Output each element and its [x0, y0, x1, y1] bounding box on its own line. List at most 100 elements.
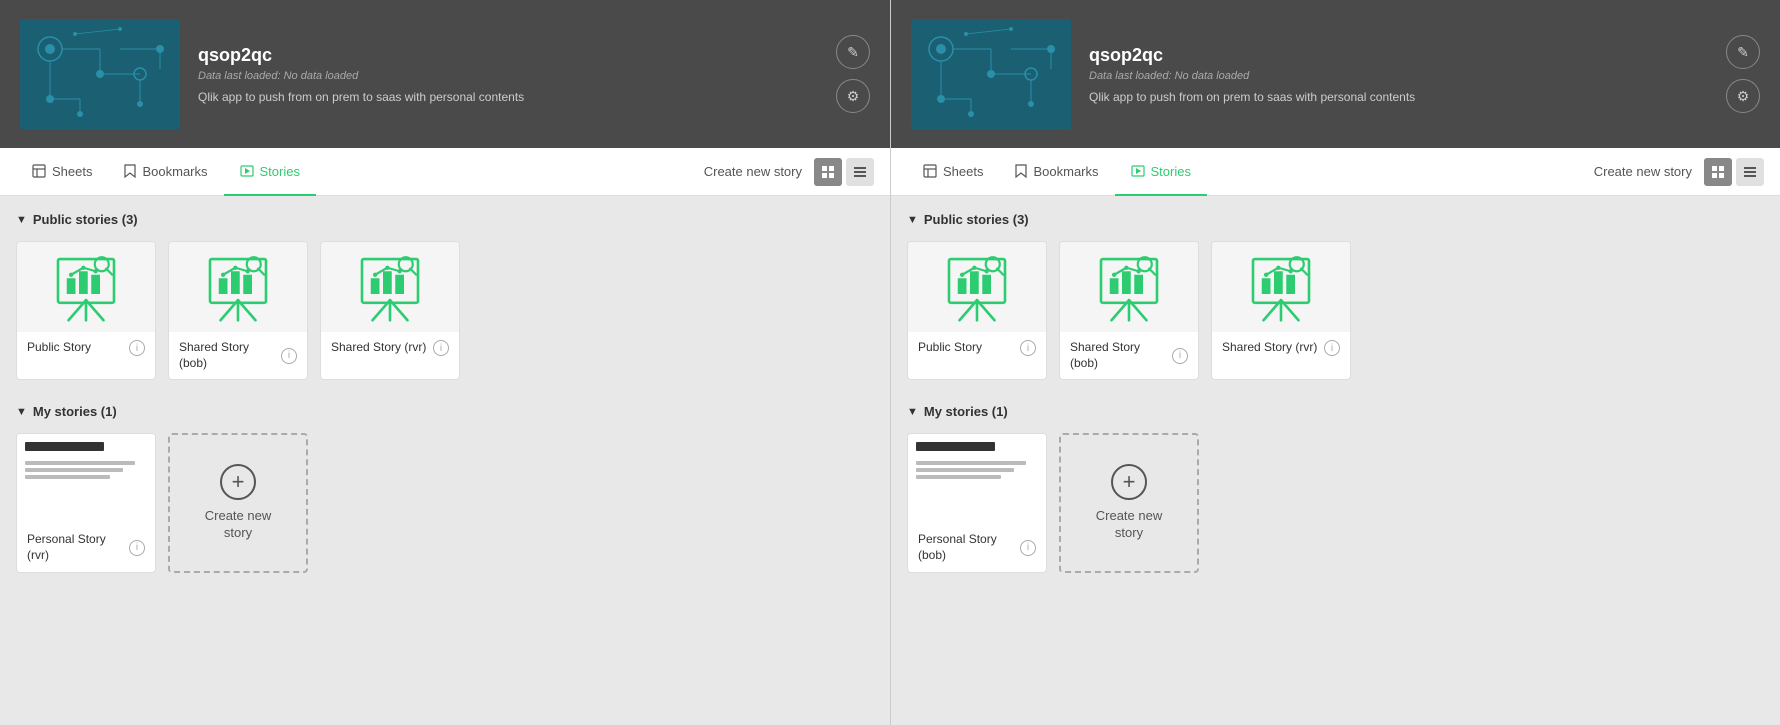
app-info: qsop2qcData last loaded: No data loadedQ… [1089, 45, 1708, 104]
story-card-ps3[interactable]: Shared Story (rvr)i [1211, 241, 1351, 380]
public-stories-grid: Public Storyi Shared Story (bob)i [16, 241, 874, 380]
info-icon[interactable]: i [1172, 348, 1188, 364]
tab-stories[interactable]: Stories [1115, 149, 1207, 196]
tab-label: Stories [260, 164, 300, 179]
card-label-text: Shared Story (rvr) [331, 340, 429, 356]
create-new-story-card[interactable]: + Create newstory [1059, 433, 1199, 573]
panel-content: ▼Public stories (3) Public Storyi [0, 196, 890, 725]
story-card-ps2[interactable]: Shared Story (bob)i [168, 241, 308, 380]
tab-sheets[interactable]: Sheets [16, 149, 108, 196]
bookmark-icon [124, 164, 136, 178]
create-new-story-card[interactable]: +Create newstory [168, 433, 308, 573]
app-thumbnail [20, 19, 180, 129]
app-header: qsop2qcData last loaded: No data loadedQ… [891, 0, 1780, 148]
tab-label: Stories [1151, 164, 1191, 179]
stories-icon [1131, 165, 1145, 177]
grid-view-button[interactable] [814, 158, 842, 186]
my-stories-section: ▼My stories (1) Personal Story (bob)i + Cr… [907, 404, 1764, 573]
tab-label: Bookmarks [1033, 164, 1098, 179]
tab-bar: Sheets Bookmarks Stories Create new story [0, 148, 890, 196]
my-stories-label: My stories (1) [33, 404, 117, 419]
public-stories-section: ▼Public stories (3) Public Storyi [16, 212, 874, 380]
panel-left: qsop2qcData last loaded: No data loadedQ… [0, 0, 890, 725]
story-card-ps2[interactable]: Shared Story (bob)i [1059, 241, 1199, 380]
info-icon[interactable]: i [433, 340, 449, 356]
panel-content: ▼Public stories (3) Public Storyi [891, 196, 1780, 725]
tab-bookmarks[interactable]: Bookmarks [108, 149, 223, 196]
plus-icon: + [1111, 464, 1147, 500]
header-actions: ✎⚙ [836, 35, 870, 113]
list-icon [853, 165, 867, 179]
app-header: qsop2qcData last loaded: No data loadedQ… [0, 0, 890, 148]
app-thumbnail [911, 19, 1071, 129]
grid-icon [1711, 165, 1725, 179]
public-stories-label: Public stories (3) [924, 212, 1029, 227]
story-card-ms1[interactable]: Personal Story (rvr)i [16, 433, 156, 573]
app-name: qsop2qc [198, 45, 818, 66]
create-story-button[interactable]: Create new story [704, 164, 802, 179]
card-label: Personal Story (bob)i [908, 524, 1046, 571]
settings-button[interactable]: ⚙ [836, 79, 870, 113]
grid-icon [821, 165, 835, 179]
edit-button[interactable]: ✎ [1726, 35, 1760, 69]
settings-button[interactable]: ⚙ [1726, 79, 1760, 113]
tab-bar: Sheets Bookmarks Stories Create new story [891, 148, 1780, 196]
public-stories-header[interactable]: ▼ Public stories (3) [907, 212, 1764, 227]
card-thumbnail [321, 242, 459, 332]
card-label: Shared Story (bob)i [169, 332, 307, 379]
info-icon[interactable]: i [129, 340, 145, 356]
story-card-ps1[interactable]: Public Storyi [907, 241, 1047, 380]
info-icon[interactable]: i [1324, 340, 1340, 356]
chevron-down-icon: ▼ [907, 214, 918, 226]
app-data-info: Data last loaded: No data loaded [1089, 70, 1708, 82]
card-thumbnail [169, 242, 307, 332]
card-label-text: Shared Story (rvr) [1222, 340, 1320, 356]
my-stories-section: ▼My stories (1) Personal Story (rvr)i+Cr… [16, 404, 874, 573]
info-icon[interactable]: i [129, 540, 145, 556]
list-icon [1743, 165, 1757, 179]
app-info: qsop2qcData last loaded: No data loadedQ… [198, 45, 818, 104]
card-label-text: Personal Story (rvr) [27, 532, 125, 563]
panel-right: qsop2qcData last loaded: No data loadedQ… [890, 0, 1780, 725]
my-stories-header[interactable]: ▼My stories (1) [16, 404, 874, 419]
card-thumbnail [908, 242, 1046, 332]
card-label-text: Public Story [918, 340, 1016, 356]
info-icon[interactable]: i [1020, 540, 1036, 556]
edit-icon: ✎ [847, 44, 859, 61]
bookmark-icon [1015, 164, 1027, 178]
view-toggle [1704, 158, 1764, 186]
story-card-ps3[interactable]: Shared Story (rvr)i [320, 241, 460, 380]
personal-card-thumbnail [908, 434, 1046, 524]
card-label-text: Public Story [27, 340, 125, 356]
card-label: Shared Story (rvr)i [1212, 332, 1350, 364]
story-card-ps1[interactable]: Public Storyi [16, 241, 156, 380]
tab-stories[interactable]: Stories [224, 149, 316, 196]
info-icon[interactable]: i [1020, 340, 1036, 356]
card-thumbnail [1060, 242, 1198, 332]
edit-button[interactable]: ✎ [836, 35, 870, 69]
tab-bookmarks[interactable]: Bookmarks [999, 149, 1114, 196]
tab-label: Bookmarks [142, 164, 207, 179]
story-card-ms1[interactable]: Personal Story (bob)i [907, 433, 1047, 573]
app-data-info: Data last loaded: No data loaded [198, 70, 818, 82]
public-stories-section: ▼Public stories (3) Public Storyi [907, 212, 1764, 380]
sheets-icon [32, 164, 46, 178]
card-label: Public Storyi [908, 332, 1046, 364]
settings-icon: ⚙ [1737, 88, 1750, 105]
tab-label: Sheets [943, 164, 983, 179]
public-stories-header[interactable]: ▼Public stories (3) [16, 212, 874, 227]
tab-sheets[interactable]: Sheets [907, 149, 999, 196]
edit-icon: ✎ [1737, 44, 1749, 61]
grid-view-button[interactable] [1704, 158, 1732, 186]
my-stories-label: My stories (1) [924, 404, 1008, 419]
my-stories-header[interactable]: ▼My stories (1) [907, 404, 1764, 419]
create-story-button[interactable]: Create new story [1594, 164, 1692, 179]
sheets-icon [923, 164, 937, 178]
public-stories-grid: Public Storyi Shared Story (bob)i [907, 241, 1764, 380]
list-view-button[interactable] [846, 158, 874, 186]
list-view-button[interactable] [1736, 158, 1764, 186]
stories-icon [240, 165, 254, 177]
create-new-story-label: Create newstory [1096, 508, 1162, 542]
card-label: Public Storyi [17, 332, 155, 364]
info-icon[interactable]: i [281, 348, 297, 364]
